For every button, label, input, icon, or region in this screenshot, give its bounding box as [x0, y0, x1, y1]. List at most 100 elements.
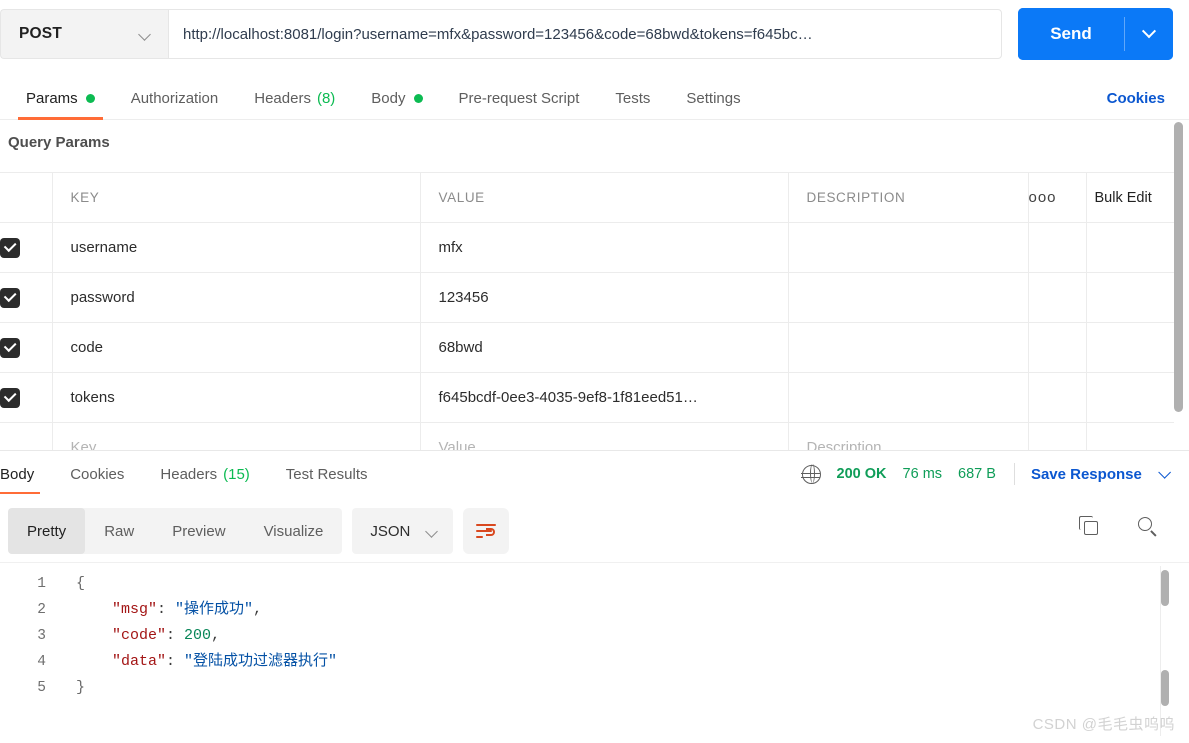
tab-body[interactable]: Body: [353, 78, 440, 120]
query-params-table: KEY VALUE DESCRIPTION ooo Bulk Edit user…: [0, 172, 1174, 450]
row-checkbox-cell: [0, 422, 53, 450]
response-tab-body-label: Body: [0, 465, 35, 483]
param-description[interactable]: [788, 222, 1029, 273]
save-response-button[interactable]: Save Response: [1030, 465, 1171, 483]
row-spacer: [1028, 322, 1087, 373]
tab-settings-label: Settings: [686, 90, 741, 107]
bulk-edit-button[interactable]: Bulk Edit: [1086, 172, 1174, 223]
request-url-bar: POST http://localhost:8081/login?usernam…: [0, 0, 1189, 68]
code-token-key: "msg": [112, 601, 158, 618]
param-description[interactable]: [788, 272, 1029, 323]
param-value[interactable]: 123456: [420, 272, 789, 323]
chevron-down-icon: [1158, 465, 1171, 479]
param-key[interactable]: tokens: [52, 372, 421, 423]
new-param-key-input[interactable]: Key: [52, 422, 421, 450]
code-token-pun: :: [157, 601, 176, 618]
tab-params[interactable]: Params: [8, 78, 113, 120]
search-lens: [1138, 517, 1152, 531]
column-description: DESCRIPTION: [788, 172, 1029, 223]
globe-icon: [801, 464, 821, 484]
more-options-icon[interactable]: ooo: [1028, 172, 1087, 223]
chevron-down-icon: [426, 525, 439, 538]
response-meta: 200 OK 76 ms 687 B Save Response: [801, 463, 1189, 485]
save-response-label: Save Response: [1030, 465, 1142, 483]
response-tab-cookies-label: Cookies: [70, 465, 125, 483]
response-json-code[interactable]: { "msg": "操作成功", "code": 200, "data": "登…: [76, 571, 337, 701]
tab-headers-label: Headers: [254, 90, 311, 107]
code-token-str: "登陆成功过滤器执行": [184, 653, 338, 670]
send-options-button[interactable]: [1125, 8, 1173, 60]
line-number: 5: [37, 680, 46, 696]
tab-authorization[interactable]: Authorization: [113, 78, 237, 120]
code-line: }: [76, 675, 337, 701]
tab-pre-request-script-label: Pre-request Script: [458, 90, 580, 107]
select-all-cell: [0, 172, 53, 223]
send-button[interactable]: Send: [1018, 8, 1124, 60]
wrap-line-1: [476, 524, 497, 526]
view-preview[interactable]: Preview: [153, 508, 244, 554]
watermark: CSDN @毛毛虫呜呜: [1032, 716, 1175, 733]
tab-settings[interactable]: Settings: [668, 78, 758, 120]
http-method-label: POST: [19, 25, 63, 42]
checkbox-checked-icon[interactable]: [0, 287, 20, 308]
row-spacer: [1028, 272, 1087, 323]
response-tab-headers[interactable]: Headers (15): [142, 452, 267, 496]
response-tab-test-results[interactable]: Test Results: [268, 452, 386, 496]
param-key[interactable]: code: [52, 322, 421, 373]
checkbox-checked-icon[interactable]: [0, 337, 20, 358]
row-checkbox-cell: [0, 372, 53, 423]
tab-headers[interactable]: Headers (8): [236, 78, 353, 120]
code-token-key: "data": [112, 653, 167, 670]
param-value[interactable]: 68bwd: [420, 322, 789, 373]
code-line: "data": "登陆成功过滤器执行": [76, 649, 337, 675]
word-wrap-button[interactable]: [463, 508, 510, 554]
params-scrollbar[interactable]: [1174, 122, 1183, 440]
params-scrollbar-thumb[interactable]: [1174, 122, 1183, 412]
tab-pre-request-script[interactable]: Pre-request Script: [441, 78, 598, 120]
table-row: password 123456: [0, 272, 1174, 323]
response-tab-headers-label: Headers: [160, 465, 218, 483]
param-key[interactable]: password: [52, 272, 421, 323]
response-tab-cookies[interactable]: Cookies: [52, 452, 142, 496]
param-value[interactable]: mfx: [420, 222, 789, 273]
code-token-pun: :: [166, 627, 185, 644]
search-icon[interactable]: [1137, 516, 1159, 538]
response-format-selector[interactable]: JSON: [352, 508, 454, 554]
tab-tests[interactable]: Tests: [597, 78, 668, 120]
param-description[interactable]: [788, 322, 1029, 373]
cookies-link[interactable]: Cookies: [1107, 90, 1165, 107]
body-modified-dot: [413, 94, 423, 103]
param-description[interactable]: [788, 372, 1029, 423]
code-scrollbar-thumb-lower[interactable]: [1161, 670, 1169, 706]
view-pretty[interactable]: Pretty: [8, 508, 86, 554]
checkbox-checked-icon[interactable]: [0, 387, 20, 408]
tab-body-label: Body: [371, 90, 406, 107]
new-param-description-input[interactable]: Description: [788, 422, 1029, 450]
status-badge: 200 OK: [836, 466, 887, 482]
row-spacer: [1086, 422, 1174, 450]
param-value[interactable]: f645bcdf-0ee3-4035-9ef8-1f81eed51…: [420, 372, 789, 423]
code-token-brace: }: [76, 679, 86, 696]
search-handle: [1150, 530, 1157, 537]
copy-icon[interactable]: [1079, 516, 1101, 538]
meta-divider: [1013, 463, 1015, 485]
column-value: VALUE: [420, 172, 789, 223]
checkbox-checked-icon[interactable]: [0, 237, 20, 258]
request-url-input[interactable]: http://localhost:8081/login?username=mfx…: [168, 9, 1002, 59]
chevron-down-icon: [1141, 24, 1157, 39]
request-tabs: Params Authorization Headers (8) Body Pr…: [0, 78, 1189, 120]
param-key[interactable]: username: [52, 222, 421, 273]
new-param-value-input[interactable]: Value: [420, 422, 789, 450]
code-scrollbar-thumb-upper[interactable]: [1161, 570, 1169, 606]
row-spacer: [1086, 322, 1174, 373]
table-row: code 68bwd: [0, 322, 1174, 373]
view-visualize[interactable]: Visualize: [245, 508, 343, 554]
response-tab-body[interactable]: Body: [0, 452, 52, 496]
row-checkbox-cell: [0, 272, 53, 323]
http-method-selector[interactable]: POST: [0, 9, 168, 59]
postman-window: POST http://localhost:8081/login?usernam…: [0, 0, 1189, 743]
code-scrollbar[interactable]: [1161, 566, 1169, 726]
response-body-viewer[interactable]: 1 2 3 4 5 { "msg": "操作成功", "code": 200, "dat…: [0, 562, 1189, 743]
view-raw[interactable]: Raw: [85, 508, 153, 554]
row-checkbox-cell: [0, 322, 53, 373]
